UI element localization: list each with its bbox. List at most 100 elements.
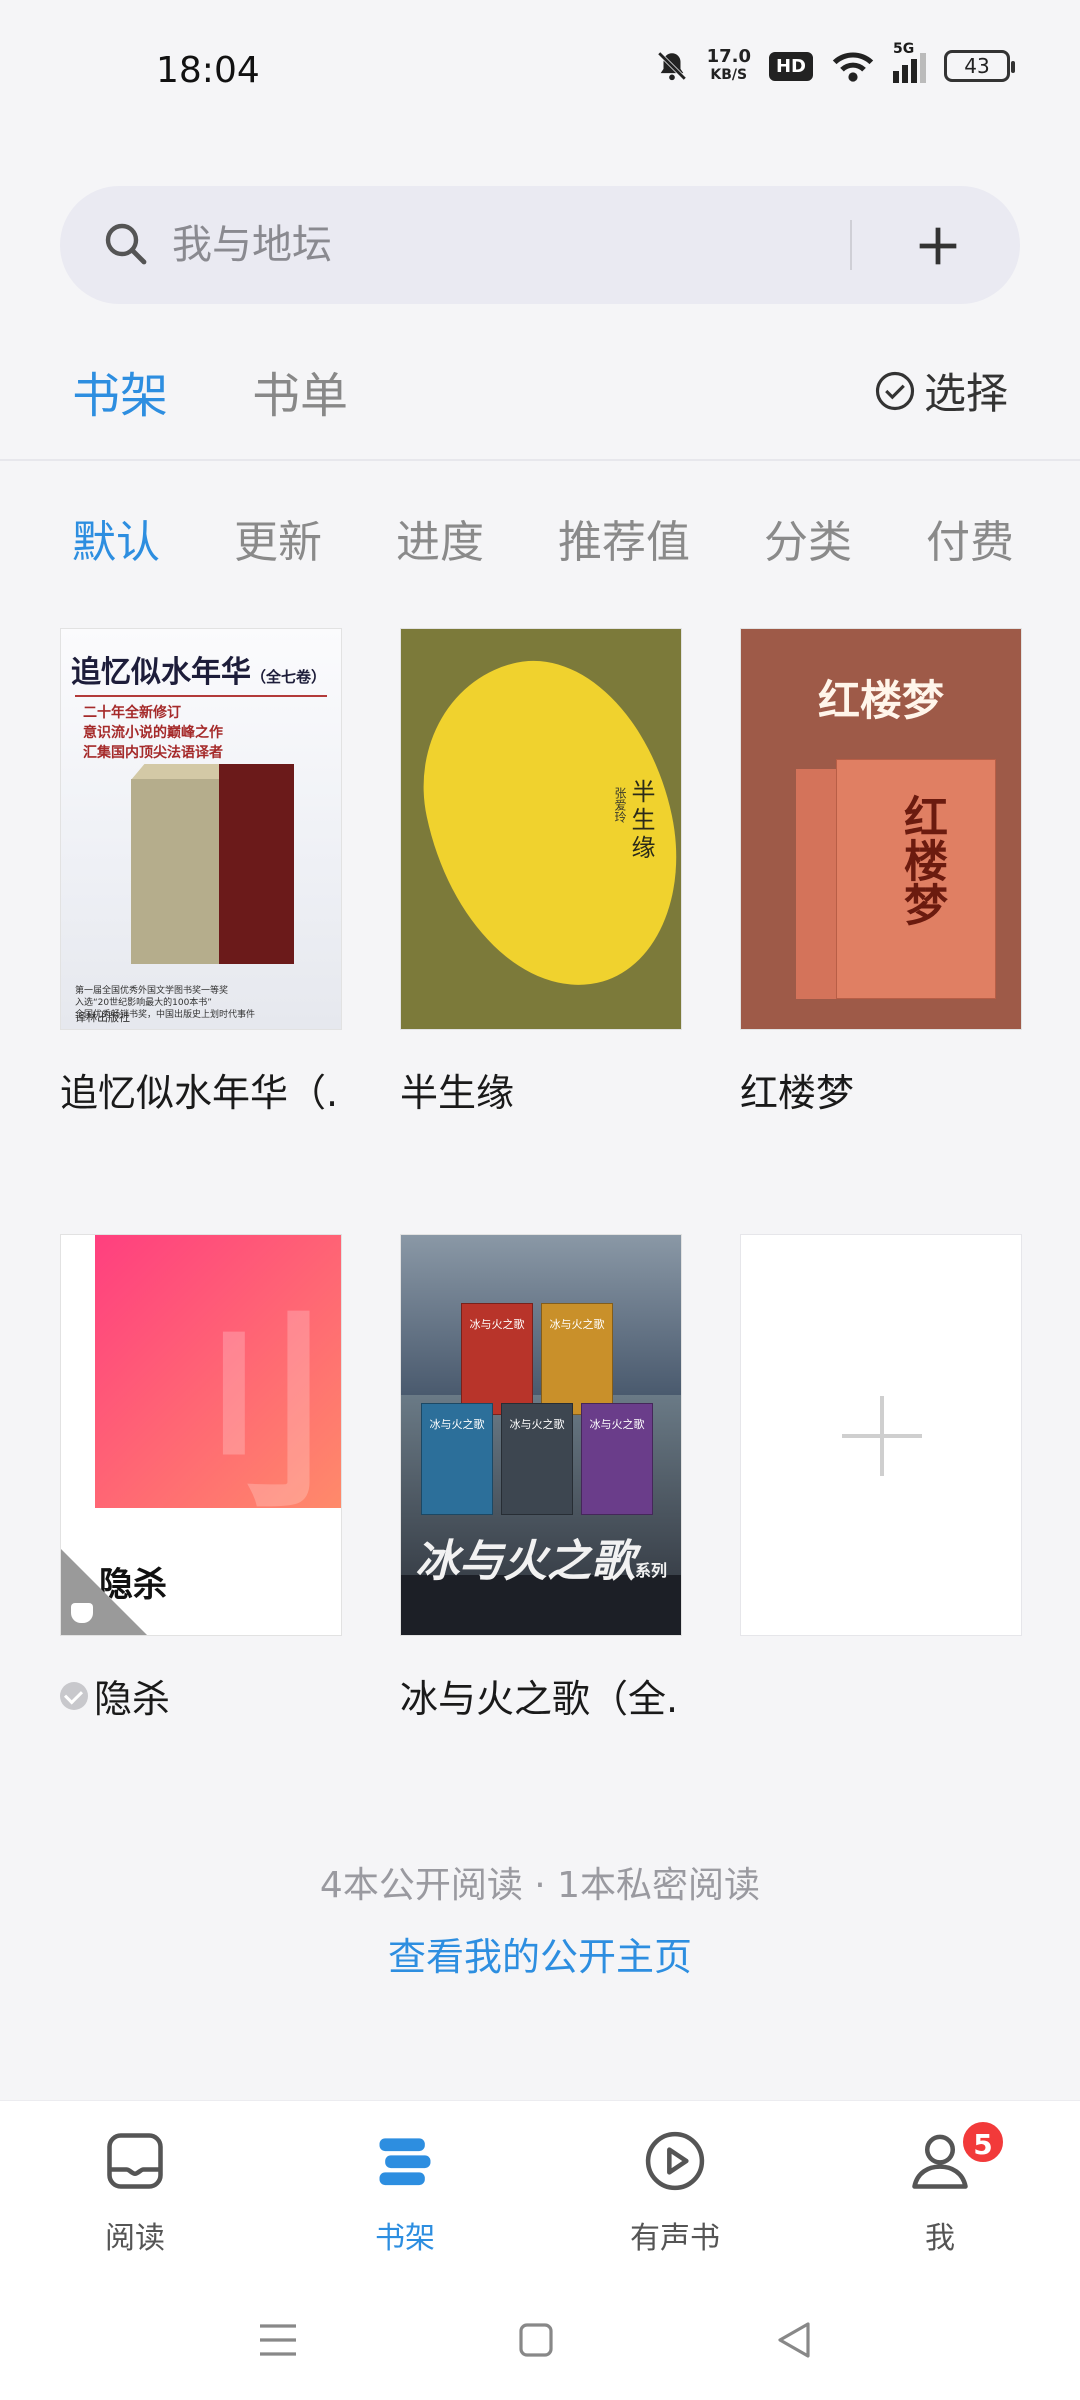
sort-tab-default[interactable]: 默认 bbox=[72, 506, 160, 570]
battery-icon: 43 bbox=[944, 50, 1015, 82]
cover-heading-small: （全七卷） bbox=[251, 668, 327, 686]
book-cover[interactable]: 半生缘 张爱玲 bbox=[400, 628, 682, 1030]
boxset-red: 冰与火之歌 bbox=[461, 1303, 533, 1415]
boxset-label: 冰与火之歌 bbox=[549, 1318, 605, 1331]
book-item[interactable]: 红楼梦 红楼梦 红楼梦 bbox=[740, 628, 1022, 1117]
cover-heading: 红楼梦 bbox=[817, 676, 944, 725]
bookshelf-icon bbox=[379, 2138, 431, 2186]
sort-tabs: 默认 更新 进度 推荐值 分类 付费 bbox=[0, 500, 1080, 580]
sort-tab-progress[interactable]: 进度 bbox=[396, 506, 484, 570]
cover-heading: 追忆似水年华 bbox=[71, 655, 251, 690]
menu-icon[interactable] bbox=[258, 2322, 298, 2358]
nav-label: 书架 bbox=[375, 2221, 435, 2256]
select-label: 选择 bbox=[923, 369, 1008, 418]
sort-tab-category[interactable]: 分类 bbox=[764, 506, 852, 570]
private-corner bbox=[61, 1549, 147, 1635]
tab-booklist[interactable]: 书单 bbox=[252, 356, 348, 426]
cover-heading-small: 系列 bbox=[635, 1561, 668, 1580]
book-title-text: 隐杀 bbox=[94, 1677, 171, 1721]
status-time: 18:04 bbox=[156, 50, 260, 91]
cover-tagline-line: 汇集国内顶尖法语译者 bbox=[83, 745, 223, 761]
book-title[interactable]: 冰与火之歌（全... bbox=[400, 1668, 682, 1723]
boxset-front bbox=[131, 779, 221, 964]
boxset-blue: 冰与火之歌 bbox=[421, 1403, 493, 1515]
boxset-label: 冰与火之歌 bbox=[589, 1418, 645, 1431]
net-speed-unit: KB/S bbox=[710, 67, 748, 83]
add-book-plus-icon[interactable] bbox=[916, 224, 960, 268]
search-input[interactable] bbox=[172, 186, 872, 304]
nav-read[interactable]: 阅读 bbox=[35, 2101, 235, 2281]
mute-bell-icon bbox=[657, 51, 686, 81]
book-title[interactable]: 红楼梦 bbox=[740, 1062, 1022, 1117]
book-cover[interactable]: 冰与火之歌 冰与火之歌 冰与火之歌 冰与火之歌 冰与火之歌 冰与火之歌系列 bbox=[400, 1234, 682, 1636]
search-bar[interactable] bbox=[60, 186, 1020, 304]
book-cover[interactable]: 刂 隐杀 bbox=[60, 1234, 342, 1636]
book-item[interactable]: 刂 隐杀 隐杀 bbox=[60, 1234, 342, 1723]
status-icons: 17.0 KB/S HD 5G 43 bbox=[655, 41, 1015, 84]
book-title[interactable]: 半生缘 bbox=[400, 1062, 682, 1117]
reading-stats: 4本公开阅读 · 1本私密阅读 bbox=[319, 1865, 761, 1906]
nav-audiobook[interactable]: 有声书 bbox=[575, 2101, 775, 2281]
cover-glyph: 刂 bbox=[121, 1291, 332, 1538]
cover-publisher: 译林出版社 bbox=[75, 1011, 130, 1024]
boxset-spine bbox=[796, 769, 836, 999]
status-bar: 18:04 17.0 KB/S HD 5G 43 bbox=[0, 0, 1080, 140]
book-cover[interactable]: 追忆似水年华（全七卷） 二十年全新修订 意识流小说的巅峰之作 汇集国内顶尖法语译… bbox=[60, 628, 342, 1030]
hd-badge: HD bbox=[768, 51, 813, 81]
nav-label: 有声书 bbox=[630, 2221, 720, 2256]
boxset-side bbox=[219, 764, 294, 964]
book-item[interactable]: 半生缘 张爱玲 半生缘 bbox=[400, 628, 682, 1117]
cover-title: 冰与火之歌系列 bbox=[415, 1525, 667, 1589]
boxset-purple: 冰与火之歌 bbox=[581, 1403, 653, 1515]
boxset-title: 红楼梦 bbox=[896, 794, 947, 926]
cover-heading: 半生缘 bbox=[627, 779, 655, 863]
sort-tab-paid[interactable]: 付费 bbox=[926, 506, 1014, 570]
cover-footer-line: 入选“20世纪影响最大的100本书” bbox=[75, 998, 212, 1008]
sort-tab-recommend[interactable]: 推荐值 bbox=[558, 506, 690, 570]
net-speed-value: 17.0 bbox=[706, 46, 751, 67]
search-divider bbox=[850, 220, 852, 270]
boxset-label: 冰与火之歌 bbox=[429, 1418, 485, 1431]
home-icon[interactable] bbox=[518, 2322, 554, 2358]
book-cover[interactable]: 红楼梦 红楼梦 bbox=[740, 628, 1022, 1030]
cover-heading: 冰与火之歌 bbox=[415, 1536, 635, 1587]
add-book-tile[interactable] bbox=[740, 1234, 1022, 1636]
signal-indicator: 5G bbox=[893, 41, 926, 83]
cover-footer-line: 第一届全国优秀外国文学图书奖一等奖 bbox=[75, 986, 229, 996]
book-item[interactable]: 冰与火之歌 冰与火之歌 冰与火之歌 冰与火之歌 冰与火之歌 冰与火之歌系列 冰与… bbox=[400, 1234, 682, 1723]
boxset-gray: 冰与火之歌 bbox=[501, 1403, 573, 1515]
cover-rule bbox=[75, 695, 327, 697]
book-item[interactable]: 追忆似水年华（全七卷） 二十年全新修订 意识流小说的巅峰之作 汇集国内顶尖法语译… bbox=[60, 628, 342, 1117]
private-check-icon bbox=[60, 1681, 88, 1710]
battery-level: 43 bbox=[964, 54, 990, 78]
search-icon bbox=[105, 223, 147, 265]
back-icon[interactable] bbox=[776, 2320, 812, 2360]
boxset-gold: 冰与火之歌 bbox=[541, 1303, 613, 1415]
book-title[interactable]: 追忆似水年华（... bbox=[60, 1062, 342, 1117]
nav-me[interactable]: 5 我 bbox=[840, 2101, 1040, 2281]
check-circle-icon bbox=[875, 371, 915, 410]
select-button[interactable]: 选择 bbox=[874, 360, 1008, 421]
bottom-nav: 阅读 书架 有声书 5 我 bbox=[0, 2100, 1080, 2280]
signal-label: 5G bbox=[893, 41, 915, 57]
nav-bookshelf[interactable]: 书架 bbox=[305, 2101, 505, 2281]
cover-tagline-line: 二十年全新修订 bbox=[83, 705, 181, 721]
mask-icon bbox=[71, 1603, 93, 1623]
net-speed: 17.0 KB/S bbox=[707, 48, 751, 84]
read-icon bbox=[107, 2133, 163, 2189]
cover-author: 张爱玲 bbox=[613, 787, 627, 823]
notification-badge: 5 bbox=[960, 2119, 1006, 2165]
cover-title: 追忆似水年华（全七卷） bbox=[71, 647, 326, 691]
play-circle-icon bbox=[645, 2131, 705, 2191]
boxset-label: 冰与火之歌 bbox=[469, 1318, 525, 1331]
cover-tagline: 二十年全新修订 意识流小说的巅峰之作 汇集国内顶尖法语译者 bbox=[83, 703, 223, 763]
boxset-label: 冰与火之歌 bbox=[509, 1418, 565, 1431]
wifi-icon bbox=[832, 52, 874, 82]
book-title[interactable]: 隐杀 bbox=[60, 1668, 342, 1723]
plus-icon-vertical bbox=[880, 1396, 884, 1476]
sort-tab-updated[interactable]: 更新 bbox=[234, 506, 322, 570]
public-profile-link[interactable]: 查看我的公开主页 bbox=[0, 1926, 1080, 1981]
system-nav-bar bbox=[0, 2280, 1080, 2400]
tab-bookshelf[interactable]: 书架 bbox=[72, 356, 168, 426]
nav-label: 我 bbox=[925, 2221, 955, 2256]
